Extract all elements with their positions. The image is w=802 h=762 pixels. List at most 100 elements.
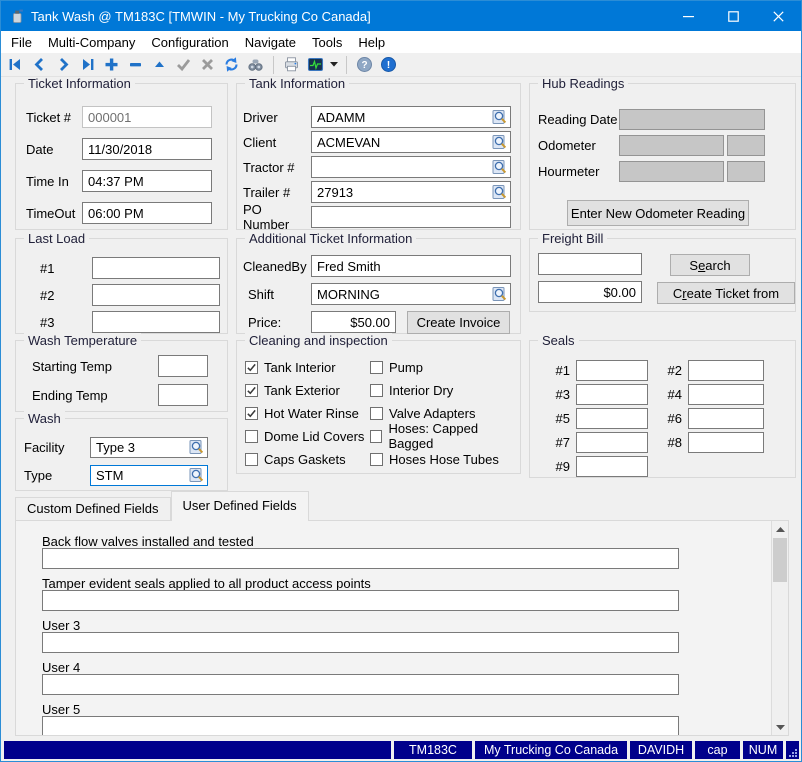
odometer-unit-field bbox=[727, 135, 765, 156]
freight-bill-number-input[interactable] bbox=[538, 253, 642, 275]
checkbox-caps-gaskets[interactable]: Caps Gaskets bbox=[245, 451, 346, 467]
seal-5-input[interactable] bbox=[576, 408, 648, 429]
wash-type-lookup-icon[interactable] bbox=[189, 467, 205, 483]
seal-2-input[interactable] bbox=[688, 360, 764, 381]
driver-lookup-icon[interactable] bbox=[492, 109, 508, 125]
status-message-segment bbox=[4, 741, 391, 759]
create-ticket-from-button[interactable]: Create Ticket from bbox=[657, 282, 795, 304]
monitor-dropdown-arrow[interactable] bbox=[329, 55, 339, 75]
time-in-input[interactable] bbox=[82, 170, 212, 192]
add-record-button[interactable] bbox=[101, 55, 122, 75]
seal-6-input[interactable] bbox=[688, 408, 764, 429]
user-field-2-input[interactable] bbox=[42, 590, 679, 611]
checkbox-pump[interactable]: Pump bbox=[370, 359, 423, 375]
checkbox-hoses-capped-bagged[interactable]: Hoses: Capped Bagged bbox=[370, 428, 520, 444]
trailer-lookup-icon[interactable] bbox=[492, 184, 508, 200]
svg-text:!: ! bbox=[387, 59, 391, 71]
last-load-1-label: #1 bbox=[40, 261, 92, 276]
cleaned-by-input[interactable] bbox=[311, 255, 511, 277]
client-input[interactable] bbox=[311, 131, 511, 153]
driver-input[interactable] bbox=[311, 106, 511, 128]
create-ticket-button-text: eate Ticket from bbox=[687, 286, 779, 301]
seal-7-input[interactable] bbox=[576, 432, 648, 453]
tab-custom-defined-fields[interactable]: Custom Defined Fields bbox=[15, 497, 171, 520]
starting-temp-input[interactable] bbox=[158, 355, 208, 377]
checkbox-interior-dry[interactable]: Interior Dry bbox=[370, 382, 453, 398]
search-button-mnemonic: e bbox=[698, 258, 705, 273]
help-button[interactable]: ? bbox=[354, 55, 375, 75]
shift-lookup-icon[interactable] bbox=[492, 286, 508, 302]
checkbox-hot-water-rinse[interactable]: Hot Water Rinse bbox=[245, 405, 359, 421]
checkbox-hoses-hose-tubes[interactable]: Hoses Hose Tubes bbox=[370, 451, 499, 467]
scroll-down-button[interactable] bbox=[772, 719, 788, 735]
last-record-button[interactable] bbox=[77, 55, 98, 75]
tractor-lookup-icon[interactable] bbox=[492, 159, 508, 175]
last-load-3-label: #3 bbox=[40, 315, 92, 330]
seal-9-input[interactable] bbox=[576, 456, 648, 477]
maximize-button[interactable] bbox=[711, 1, 756, 31]
about-info-button[interactable]: ! bbox=[378, 55, 399, 75]
resize-grip[interactable] bbox=[786, 741, 799, 759]
seal-4-input[interactable] bbox=[688, 384, 764, 405]
menu-item-help[interactable]: Help bbox=[350, 33, 393, 52]
po-number-input[interactable] bbox=[311, 206, 511, 228]
print-button[interactable] bbox=[281, 55, 302, 75]
vertical-scrollbar[interactable] bbox=[771, 521, 788, 735]
checkbox-dome-lid-covers[interactable]: Dome Lid Covers bbox=[245, 428, 364, 444]
checkbox-tank-interior[interactable]: Tank Interior bbox=[245, 359, 336, 375]
tab-user-defined-fields[interactable]: User Defined Fields bbox=[171, 491, 309, 521]
search-button[interactable]: Search bbox=[670, 254, 750, 276]
tractor-input[interactable] bbox=[311, 156, 511, 178]
find-binoculars-button[interactable] bbox=[245, 55, 266, 75]
scroll-up-button[interactable] bbox=[772, 521, 788, 537]
starting-temp-label: Starting Temp bbox=[32, 359, 158, 374]
refresh-button[interactable] bbox=[221, 55, 242, 75]
create-invoice-button[interactable]: Create Invoice bbox=[407, 311, 510, 334]
user-field-4-input[interactable] bbox=[42, 674, 679, 695]
shift-input[interactable] bbox=[311, 283, 511, 305]
monitor-button[interactable] bbox=[305, 55, 326, 75]
status-num-segment: NUM bbox=[743, 741, 783, 759]
previous-record-button[interactable] bbox=[29, 55, 50, 75]
ending-temp-label: Ending Temp bbox=[32, 388, 158, 403]
trailer-input[interactable] bbox=[311, 181, 511, 203]
menu-item-multi-company[interactable]: Multi-Company bbox=[40, 33, 143, 52]
checkbox-tank-exterior[interactable]: Tank Exterior bbox=[245, 382, 340, 398]
group-title: Ticket Information bbox=[24, 77, 135, 91]
user-field-3-input[interactable] bbox=[42, 632, 679, 653]
enter-new-odometer-reading-button[interactable]: Enter New Odometer Reading bbox=[567, 200, 749, 226]
close-button[interactable] bbox=[756, 1, 801, 31]
menu-item-tools[interactable]: Tools bbox=[304, 33, 350, 52]
delete-record-button[interactable] bbox=[125, 55, 146, 75]
form-area: Ticket Information Ticket # Date Time In… bbox=[1, 77, 801, 739]
menu-item-file[interactable]: File bbox=[3, 33, 40, 52]
scrollbar-thumb[interactable] bbox=[773, 538, 787, 582]
last-load-2-label: #2 bbox=[40, 288, 92, 303]
ending-temp-input[interactable] bbox=[158, 384, 208, 406]
next-record-button[interactable] bbox=[53, 55, 74, 75]
date-input[interactable] bbox=[82, 138, 212, 160]
seal-1-input[interactable] bbox=[576, 360, 648, 381]
time-out-input[interactable] bbox=[82, 202, 212, 224]
client-lookup-icon[interactable] bbox=[492, 134, 508, 150]
menu-bar: File Multi-Company Configuration Navigat… bbox=[1, 31, 801, 53]
ticket-number-input[interactable] bbox=[82, 106, 212, 128]
user-field-5-input[interactable] bbox=[42, 716, 679, 736]
user-field-1-input[interactable] bbox=[42, 548, 679, 569]
collapse-up-button[interactable] bbox=[149, 55, 170, 75]
menu-item-navigate[interactable]: Navigate bbox=[237, 33, 304, 52]
checkbox-valve-adapters[interactable]: Valve Adapters bbox=[370, 405, 475, 421]
save-button[interactable] bbox=[173, 55, 194, 75]
last-load-3-input[interactable] bbox=[92, 311, 220, 333]
freight-bill-amount-input[interactable] bbox=[538, 281, 642, 303]
last-load-2-input[interactable] bbox=[92, 284, 220, 306]
facility-lookup-icon[interactable] bbox=[189, 439, 205, 455]
last-load-1-input[interactable] bbox=[92, 257, 220, 279]
menu-item-configuration[interactable]: Configuration bbox=[143, 33, 236, 52]
first-record-button[interactable] bbox=[5, 55, 26, 75]
price-input[interactable] bbox=[311, 311, 396, 333]
minimize-button[interactable] bbox=[666, 1, 711, 31]
cancel-button[interactable] bbox=[197, 55, 218, 75]
seal-3-input[interactable] bbox=[576, 384, 648, 405]
seal-8-input[interactable] bbox=[688, 432, 764, 453]
